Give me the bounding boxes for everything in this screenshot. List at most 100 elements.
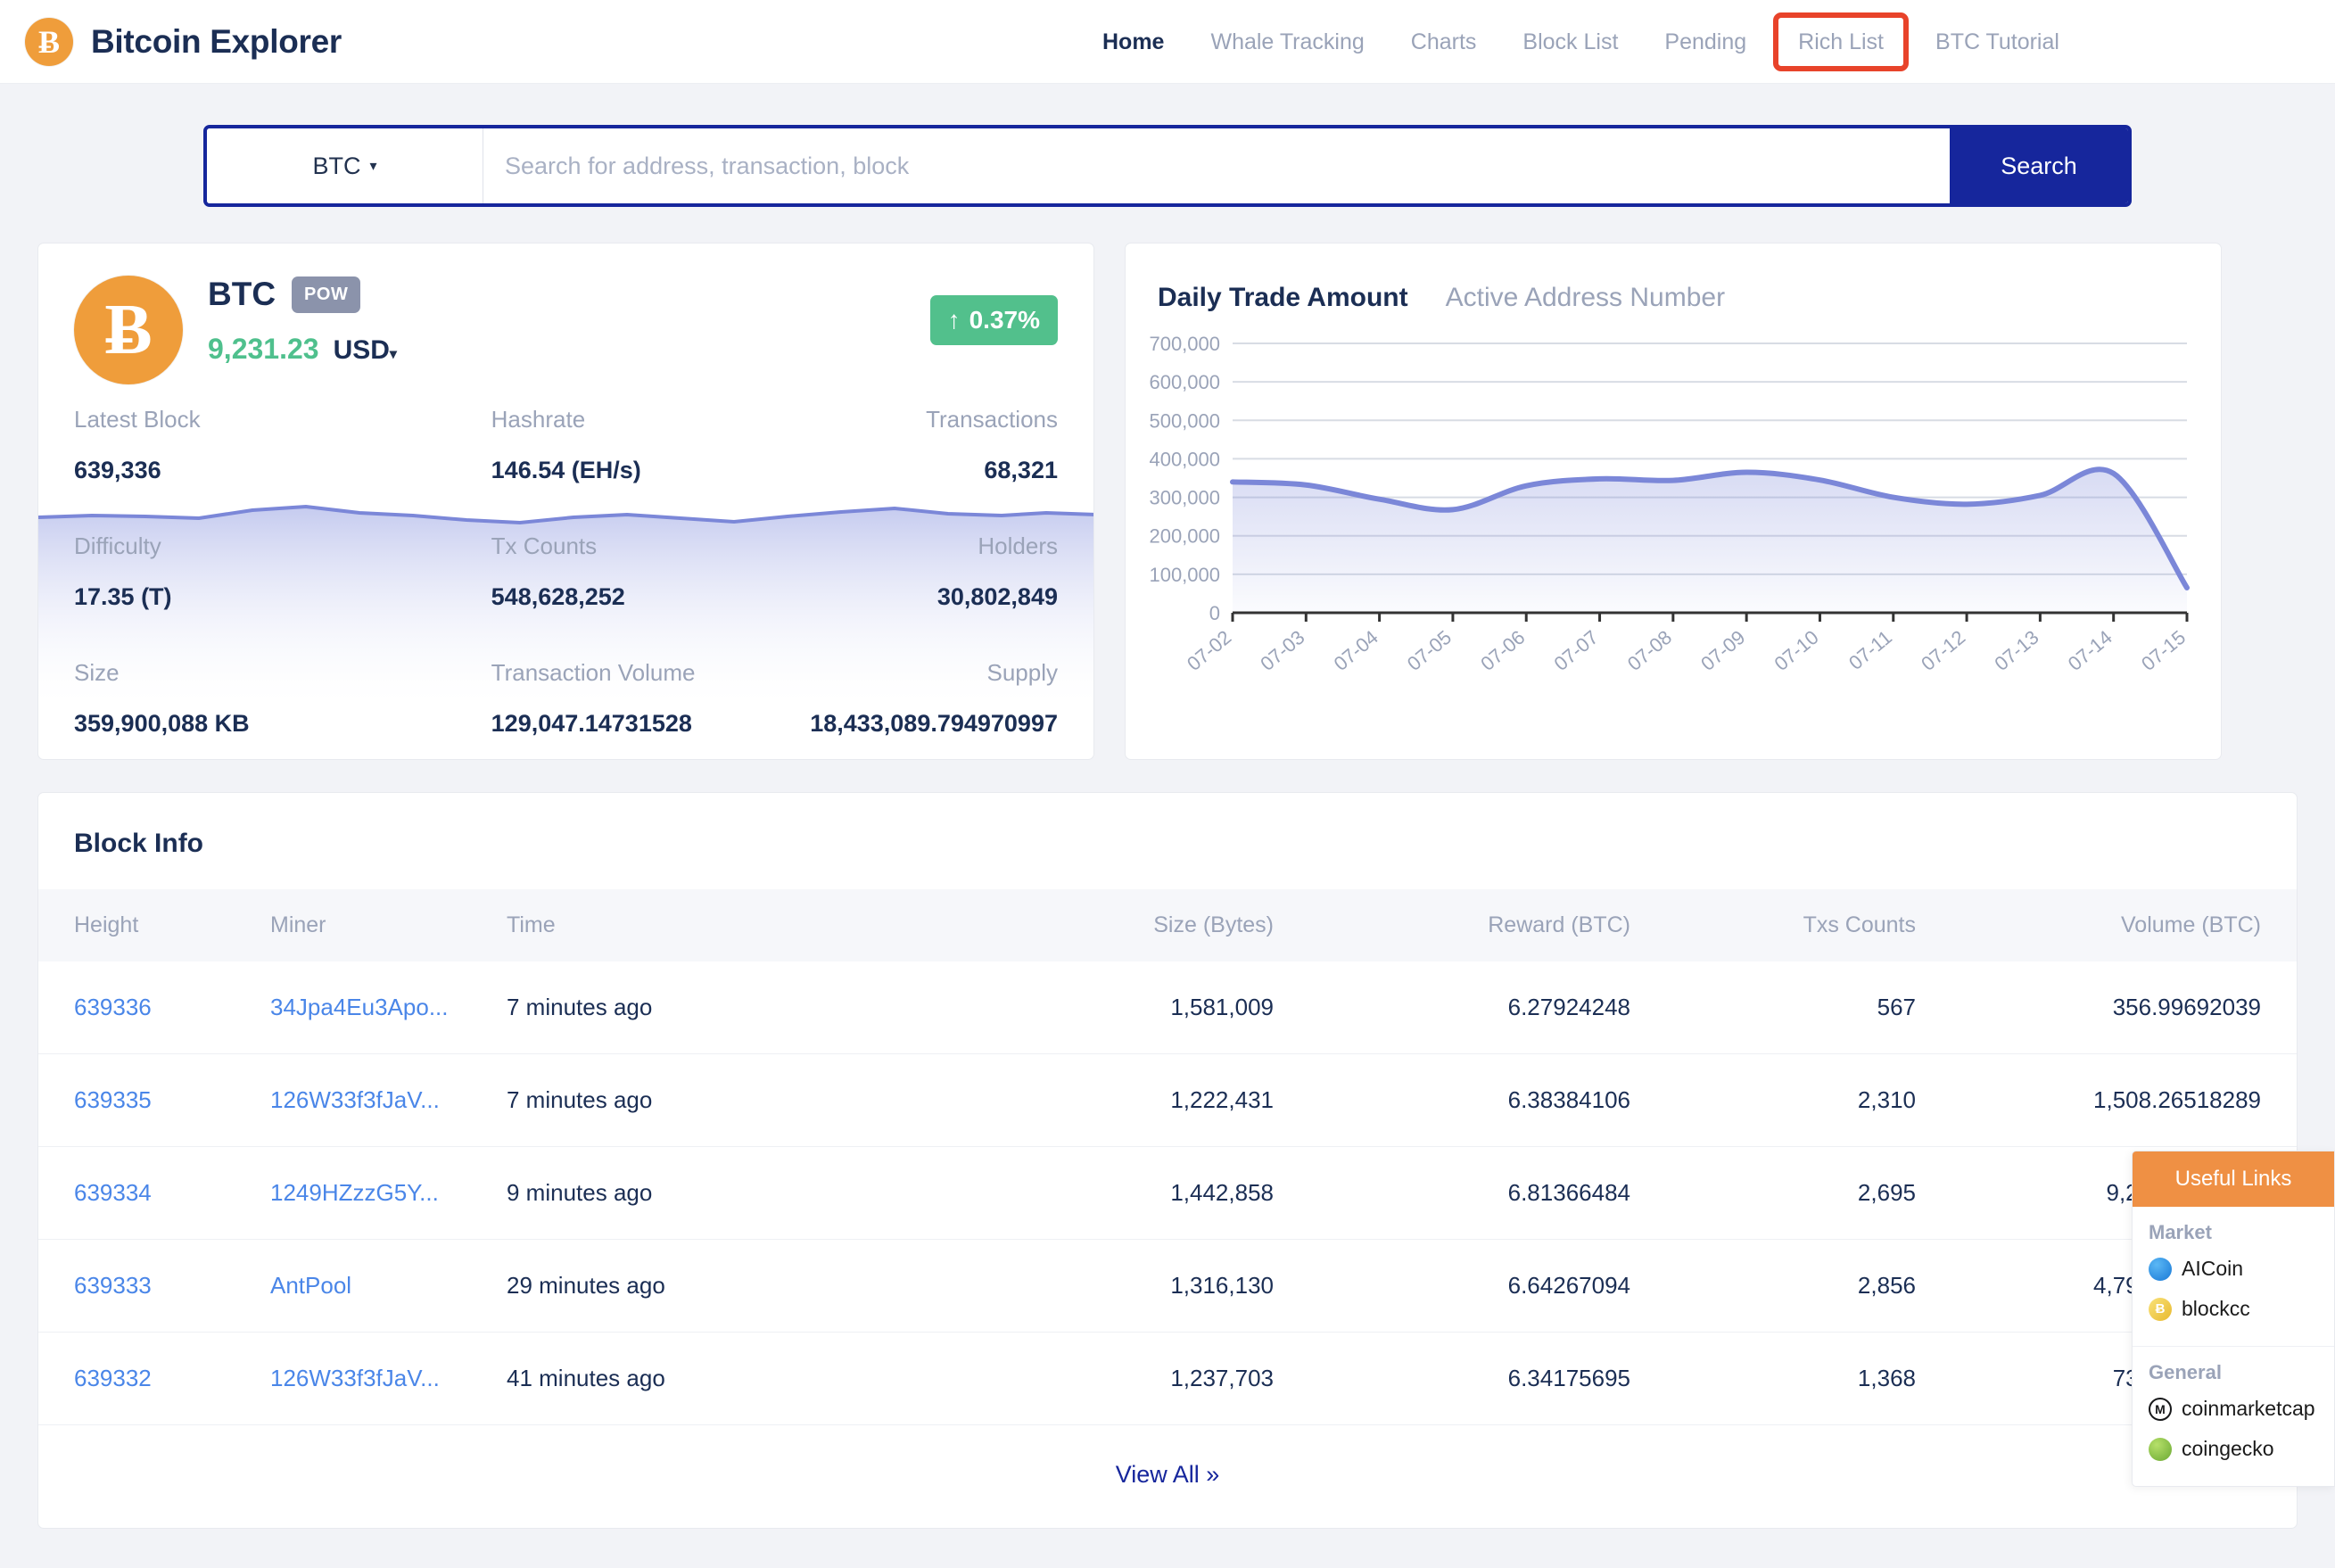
x-axis-tick-label: 07-04: [1330, 626, 1382, 675]
y-axis-tick-label: 200,000: [1149, 525, 1220, 548]
search-input[interactable]: [483, 128, 1950, 203]
cell-time: 9 minutes ago: [507, 1146, 953, 1240]
stat-label: Latest Block: [74, 406, 201, 433]
useful-link-aicoin[interactable]: AICoin: [2149, 1257, 2318, 1281]
column-header-height: Height: [74, 912, 139, 937]
cell-height-link[interactable]: 639332: [38, 1332, 270, 1425]
useful-links-body: Market AICoin Ƀblockcc General Mcoinmarketca…: [2133, 1207, 2334, 1486]
nav-item-rich-list[interactable]: Rich List: [1773, 12, 1910, 71]
cell-miner-link[interactable]: AntPool: [270, 1239, 507, 1333]
brand[interactable]: Ƀ Bitcoin Explorer: [25, 17, 342, 66]
y-axis-tick-label: 0: [1209, 602, 1220, 624]
x-axis-tick-label: 07-08: [1623, 626, 1676, 675]
coin-selector[interactable]: BTC ▾: [207, 128, 483, 203]
btc-symbol: BTC: [208, 276, 276, 312]
chart-tab-active-address-number[interactable]: Active Address Number: [1446, 283, 1725, 313]
useful-links-panel: Useful Links Market AICoin Ƀblockcc General…: [2132, 1151, 2335, 1487]
table-header: Height Miner Time Size (Bytes) Reward (BTC) T…: [38, 889, 2297, 961]
cell-size: 1,237,703: [953, 1332, 1274, 1425]
coingecko-icon: [2149, 1437, 2172, 1461]
block-info-table: Height Miner Time Size (Bytes) Reward (BTC) T…: [38, 889, 2297, 1425]
useful-link-label: AICoin: [2182, 1257, 2244, 1280]
chevron-down-icon: ▾: [389, 347, 397, 362]
btc-overview-card: Ƀ BTC POW 9,231.23 USD▾ ↑ 0.37% Latest B…: [37, 243, 1094, 760]
x-axis-tick-label: 07-09: [1696, 626, 1749, 675]
cell-miner-link[interactable]: 1249HZzzG5Y...: [270, 1146, 507, 1240]
cell-txs: 567: [1630, 961, 1916, 1054]
coinmarketcap-icon: M: [2149, 1397, 2172, 1421]
x-axis-tick-label: 07-07: [1550, 626, 1603, 675]
nav-item-btc-tutorial[interactable]: BTC Tutorial: [1912, 0, 2083, 84]
x-axis-tick-label: 07-03: [1256, 626, 1308, 675]
stat-label: Difficulty: [74, 532, 161, 559]
btc-price-row: 9,231.23 USD▾: [208, 333, 397, 366]
search-button[interactable]: Search: [1950, 128, 2128, 203]
useful-link-coingecko[interactable]: coingecko: [2149, 1437, 2318, 1461]
price-change-value: 0.37%: [969, 306, 1040, 334]
cell-height-link[interactable]: 639335: [38, 1053, 270, 1147]
blockcc-icon: Ƀ: [2149, 1297, 2172, 1321]
stat-label: Transaction Volume: [491, 659, 696, 686]
nav-item-block-list[interactable]: Block List: [1499, 0, 1641, 84]
block-info-card: Block Info Height Miner Time Size (Bytes) Re…: [37, 792, 2298, 1529]
cell-miner-link[interactable]: 34Jpa4Eu3Apo...: [270, 961, 507, 1054]
y-axis-tick-label: 700,000: [1149, 333, 1220, 355]
column-header-volume-btc: Volume (BTC): [2121, 912, 2261, 937]
useful-link-coinmarketcap[interactable]: Mcoinmarketcap: [2149, 1397, 2318, 1421]
btc-meta: BTC POW 9,231.23 USD▾: [208, 276, 397, 384]
currency-selector[interactable]: USD▾: [334, 335, 397, 366]
stat-label: Hashrate: [491, 406, 586, 433]
cell-time: 7 minutes ago: [507, 961, 953, 1054]
stat-label: Size: [74, 659, 120, 686]
cell-height-link[interactable]: 639334: [38, 1146, 270, 1240]
stat-label: Supply: [986, 659, 1058, 686]
stat-label: Transactions: [926, 406, 1058, 433]
daily-trade-amount-chart: 0 100,000 200,000 300,000 400,000 500,000 600,…: [1149, 333, 2190, 675]
summary-cards-row: Ƀ BTC POW 9,231.23 USD▾ ↑ 0.37% Latest B…: [37, 243, 2298, 760]
table-body: 639336 34Jpa4Eu3Apo... 7 minutes ago 1,581,…: [38, 961, 2297, 1425]
view-all-link[interactable]: View All »: [1116, 1461, 1220, 1488]
x-axis-tick-label: 07-13: [1990, 626, 2042, 675]
stat-value: 17.35 (T): [74, 583, 172, 610]
chart-area: 0 100,000 200,000 300,000 400,000 500,000 600,…: [1126, 327, 2221, 720]
chart-tab-daily-trade-amount[interactable]: Daily Trade Amount: [1158, 283, 1408, 313]
stat-value: 30,802,849: [936, 583, 1058, 610]
y-axis-tick-label: 300,000: [1149, 487, 1220, 509]
y-axis-tick-label: 500,000: [1149, 409, 1220, 432]
cell-time: 29 minutes ago: [507, 1239, 953, 1333]
cell-reward: 6.38384106: [1274, 1053, 1630, 1147]
x-axis-tick-label: 07-12: [1917, 626, 1969, 675]
cell-size: 1,222,431: [953, 1053, 1274, 1147]
aicoin-icon: [2149, 1257, 2172, 1281]
nav-item-whale-tracking[interactable]: Whale Tracking: [1187, 0, 1387, 84]
cell-txs: 2,310: [1630, 1053, 1916, 1147]
useful-links-header[interactable]: Useful Links: [2133, 1151, 2334, 1207]
btc-price: 9,231.23: [208, 333, 319, 365]
nav-item-pending[interactable]: Pending: [1641, 0, 1770, 84]
cell-time: 7 minutes ago: [507, 1053, 953, 1147]
cell-height-link[interactable]: 639333: [38, 1239, 270, 1333]
app-title: Bitcoin Explorer: [91, 22, 342, 60]
stat-value: 18,433,089.794970997: [810, 710, 1058, 737]
table-row: 639335 126W33f3fJaV... 7 minutes ago 1,222,…: [38, 1053, 2297, 1147]
stat-value: 548,628,252: [491, 583, 625, 610]
stat-value: 639,336: [74, 457, 161, 483]
nav-item-home[interactable]: Home: [1079, 0, 1187, 84]
useful-link-label: coingecko: [2182, 1437, 2274, 1460]
cell-miner-link[interactable]: 126W33f3fJaV...: [270, 1332, 507, 1425]
table-row: 639333 AntPool 29 minutes ago 1,316,130 6.64…: [38, 1239, 2297, 1333]
useful-link-label: blockcc: [2182, 1297, 2250, 1320]
price-change-badge: ↑ 0.37%: [929, 295, 1058, 345]
column-header-txs-counts: Txs Counts: [1803, 912, 1916, 937]
cell-volume: 356.99692039: [1916, 961, 2297, 1054]
cell-miner-link[interactable]: 126W33f3fJaV...: [270, 1053, 507, 1147]
y-axis-tick-label: 600,000: [1149, 371, 1220, 393]
nav-item-charts[interactable]: Charts: [1388, 0, 1500, 84]
useful-links-section-heading: Market: [2149, 1221, 2212, 1243]
cell-reward: 6.27924248: [1274, 961, 1630, 1054]
cell-height-link[interactable]: 639336: [38, 961, 270, 1054]
useful-link-blockcc[interactable]: Ƀblockcc: [2149, 1297, 2318, 1321]
stat-label: Tx Counts: [491, 532, 598, 559]
view-all-container: View All »: [38, 1425, 2297, 1528]
bitcoin-logo-icon: Ƀ: [25, 17, 73, 66]
